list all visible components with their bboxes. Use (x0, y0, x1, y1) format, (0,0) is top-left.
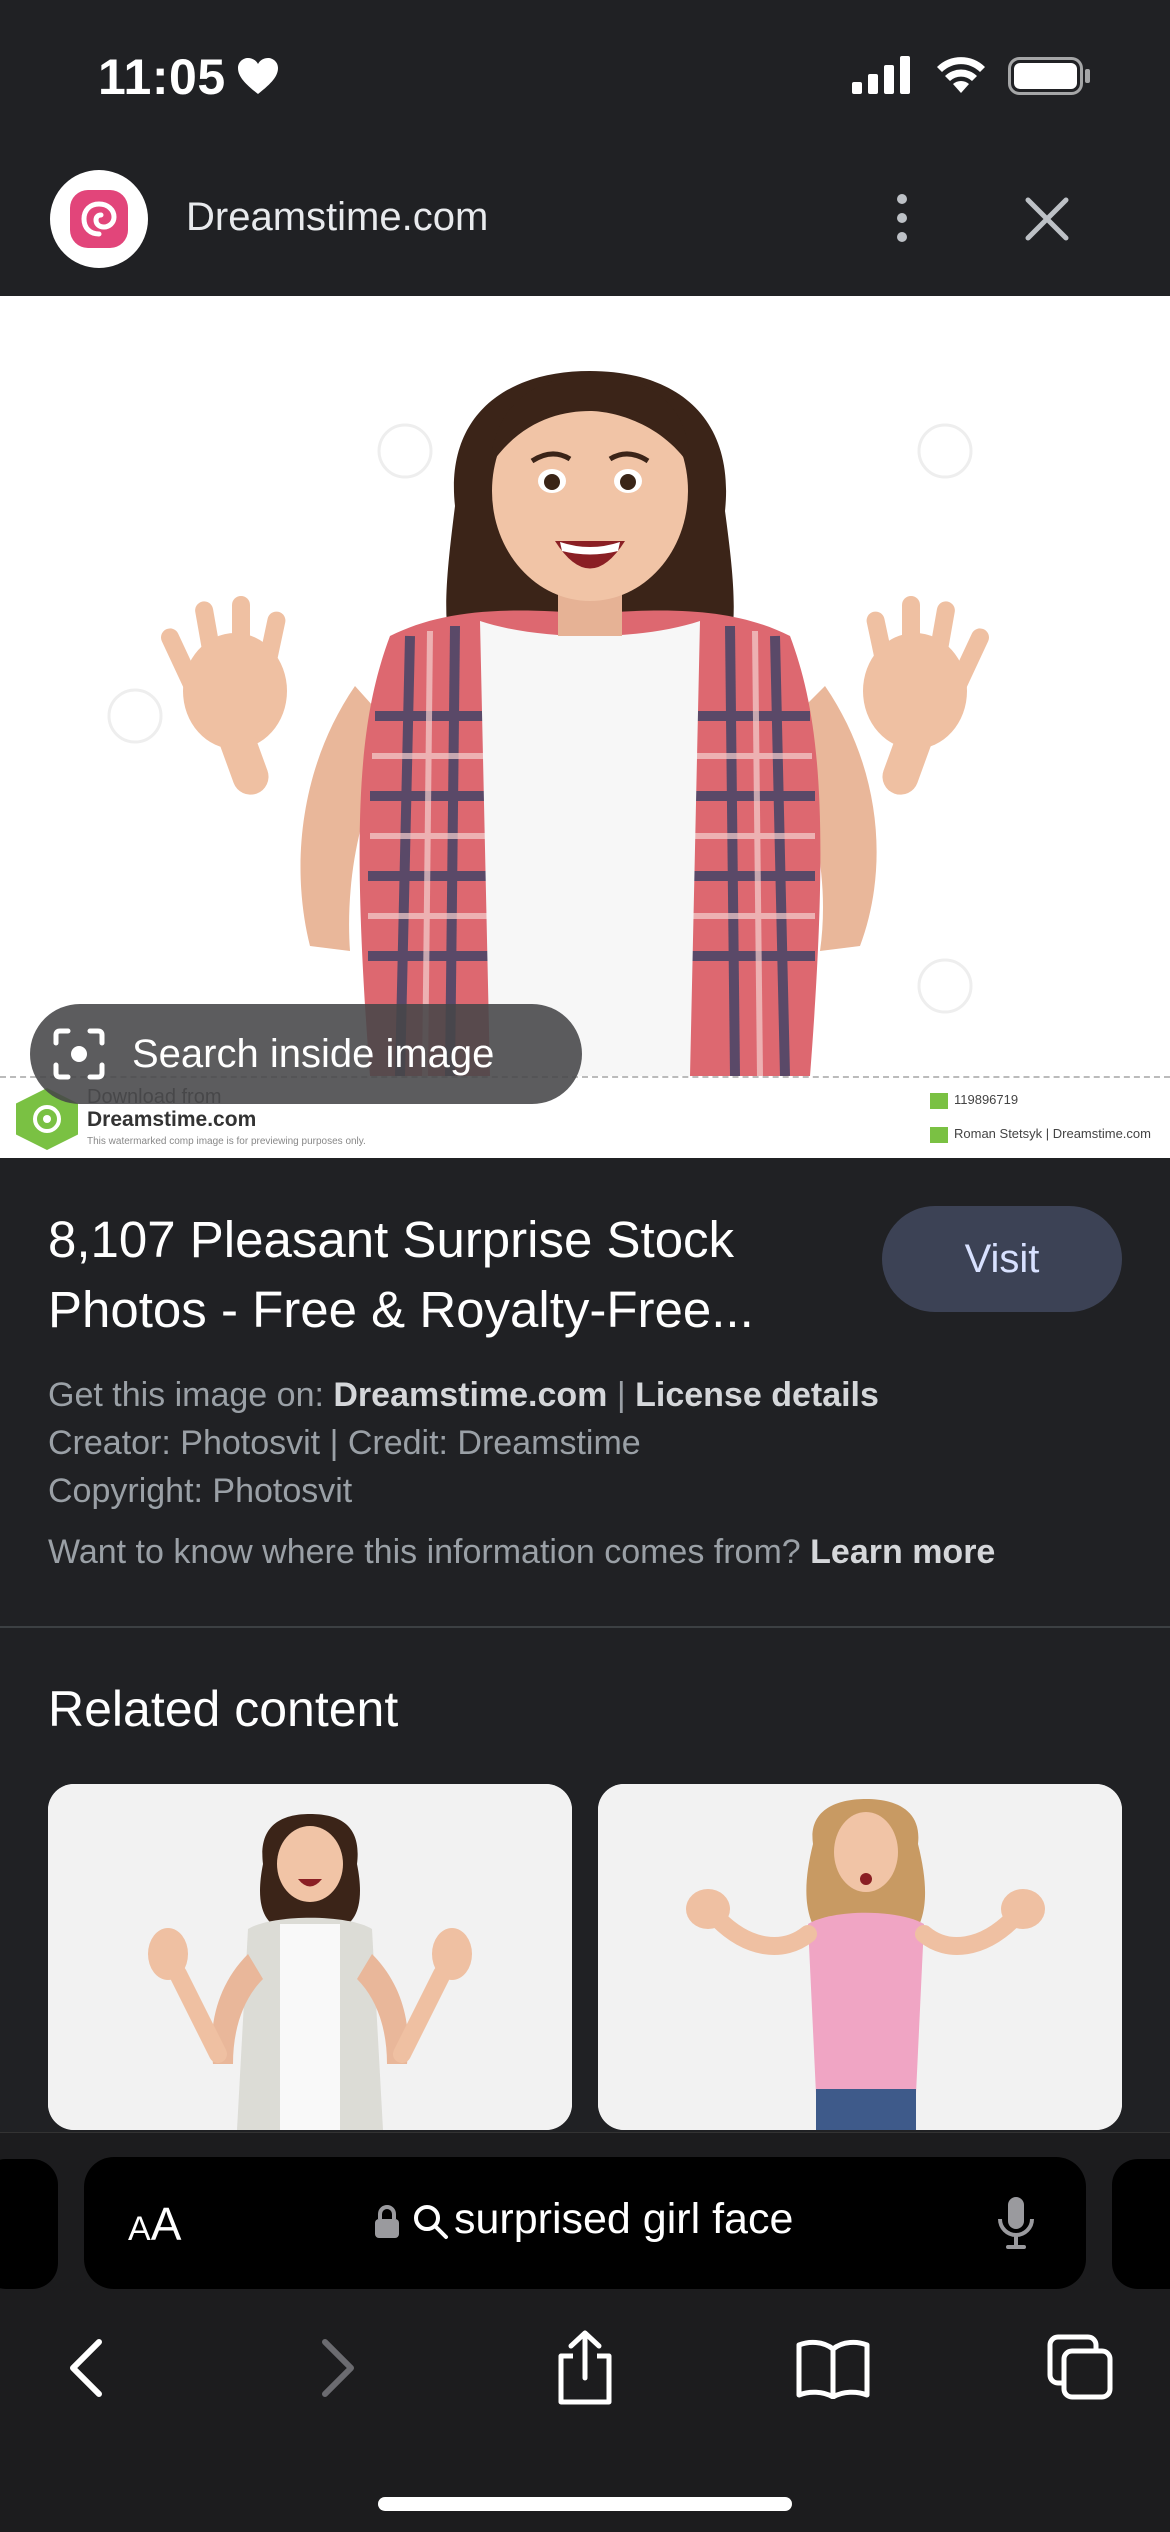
navigation-row (0, 2323, 1170, 2423)
related-image-1 (48, 1784, 572, 2130)
site-header: Dreamstime.com (0, 150, 1170, 296)
watermark-author: Roman Stetsyk | Dreamstime.com (930, 1126, 1151, 1143)
heart-icon (238, 58, 278, 94)
girl-photo (107, 371, 989, 1076)
status-time: 11:05 (98, 49, 226, 105)
search-inside-image-label: Search inside image (132, 1031, 495, 1076)
result-title[interactable]: 8,107 Pleasant Surprise Stock Photos - F… (48, 1205, 868, 1345)
creator-line: Creator: Photosvit | Credit: Dreamstime (48, 1424, 641, 1462)
learn-more-link[interactable]: Learn more (810, 1533, 995, 1571)
previous-tab-peek[interactable] (0, 2159, 58, 2289)
dreamstime-logo-icon[interactable] (50, 170, 148, 268)
lens-icon (53, 1028, 105, 1080)
more-vert-icon[interactable] (880, 188, 924, 248)
bookmarks-icon (796, 2339, 870, 2399)
related-image-card[interactable] (598, 1784, 1122, 2130)
share-button[interactable] (540, 2323, 630, 2413)
watermark-note: This watermarked comp image is for previ… (87, 1136, 366, 1147)
back-icon (70, 2339, 102, 2397)
watermark-id: 119896719 (930, 1092, 1018, 1109)
source-site-link[interactable]: Dreamstime.com (333, 1376, 607, 1414)
tabs-icon (1047, 2334, 1113, 2400)
share-icon (558, 2330, 612, 2405)
microphone-icon[interactable] (996, 2195, 1036, 2251)
site-name[interactable]: Dreamstime.com (186, 195, 488, 240)
forward-button[interactable] (292, 2323, 382, 2413)
address-bar[interactable]: AA surprised girl face (84, 2157, 1086, 2289)
info-source-line: Want to know where this information come… (48, 1533, 996, 1571)
bookmarks-button[interactable] (788, 2323, 878, 2413)
tabs-button[interactable] (1036, 2323, 1126, 2413)
search-inside-image-button[interactable]: Search inside image (30, 1004, 582, 1104)
related-content-heading: Related content (48, 1681, 399, 1737)
related-image-2 (598, 1784, 1122, 2130)
copyright-line: Copyright: Photosvit (48, 1472, 353, 1510)
home-indicator[interactable] (378, 2497, 792, 2511)
battery-icon (1008, 57, 1090, 95)
search-icon (414, 2205, 448, 2239)
visit-button[interactable]: Visit (882, 1206, 1122, 1312)
back-button[interactable] (42, 2323, 132, 2413)
lock-icon (375, 2205, 399, 2238)
search-query[interactable]: surprised girl face (454, 2195, 793, 2244)
status-bar: 11:05 (0, 0, 1170, 150)
wifi-icon (937, 57, 985, 93)
browser-toolbar: AA surprised girl face (0, 2132, 1170, 2532)
watermark-brand: Dreamstime.com (87, 1108, 257, 1131)
source-line: Get this image on: Dreamstime.com | Lice… (48, 1376, 879, 1414)
divider (0, 1626, 1170, 1628)
forward-icon (322, 2339, 354, 2397)
close-icon[interactable] (1022, 194, 1072, 244)
license-details-link[interactable]: License details (635, 1376, 879, 1414)
text-size-button[interactable]: AA (128, 2197, 181, 2251)
related-image-card[interactable] (48, 1784, 572, 2130)
hero-image[interactable]: Download from Dreamstime.com This waterm… (0, 296, 1170, 1158)
next-tab-peek[interactable] (1112, 2159, 1170, 2289)
cellular-signal-icon (852, 56, 910, 94)
